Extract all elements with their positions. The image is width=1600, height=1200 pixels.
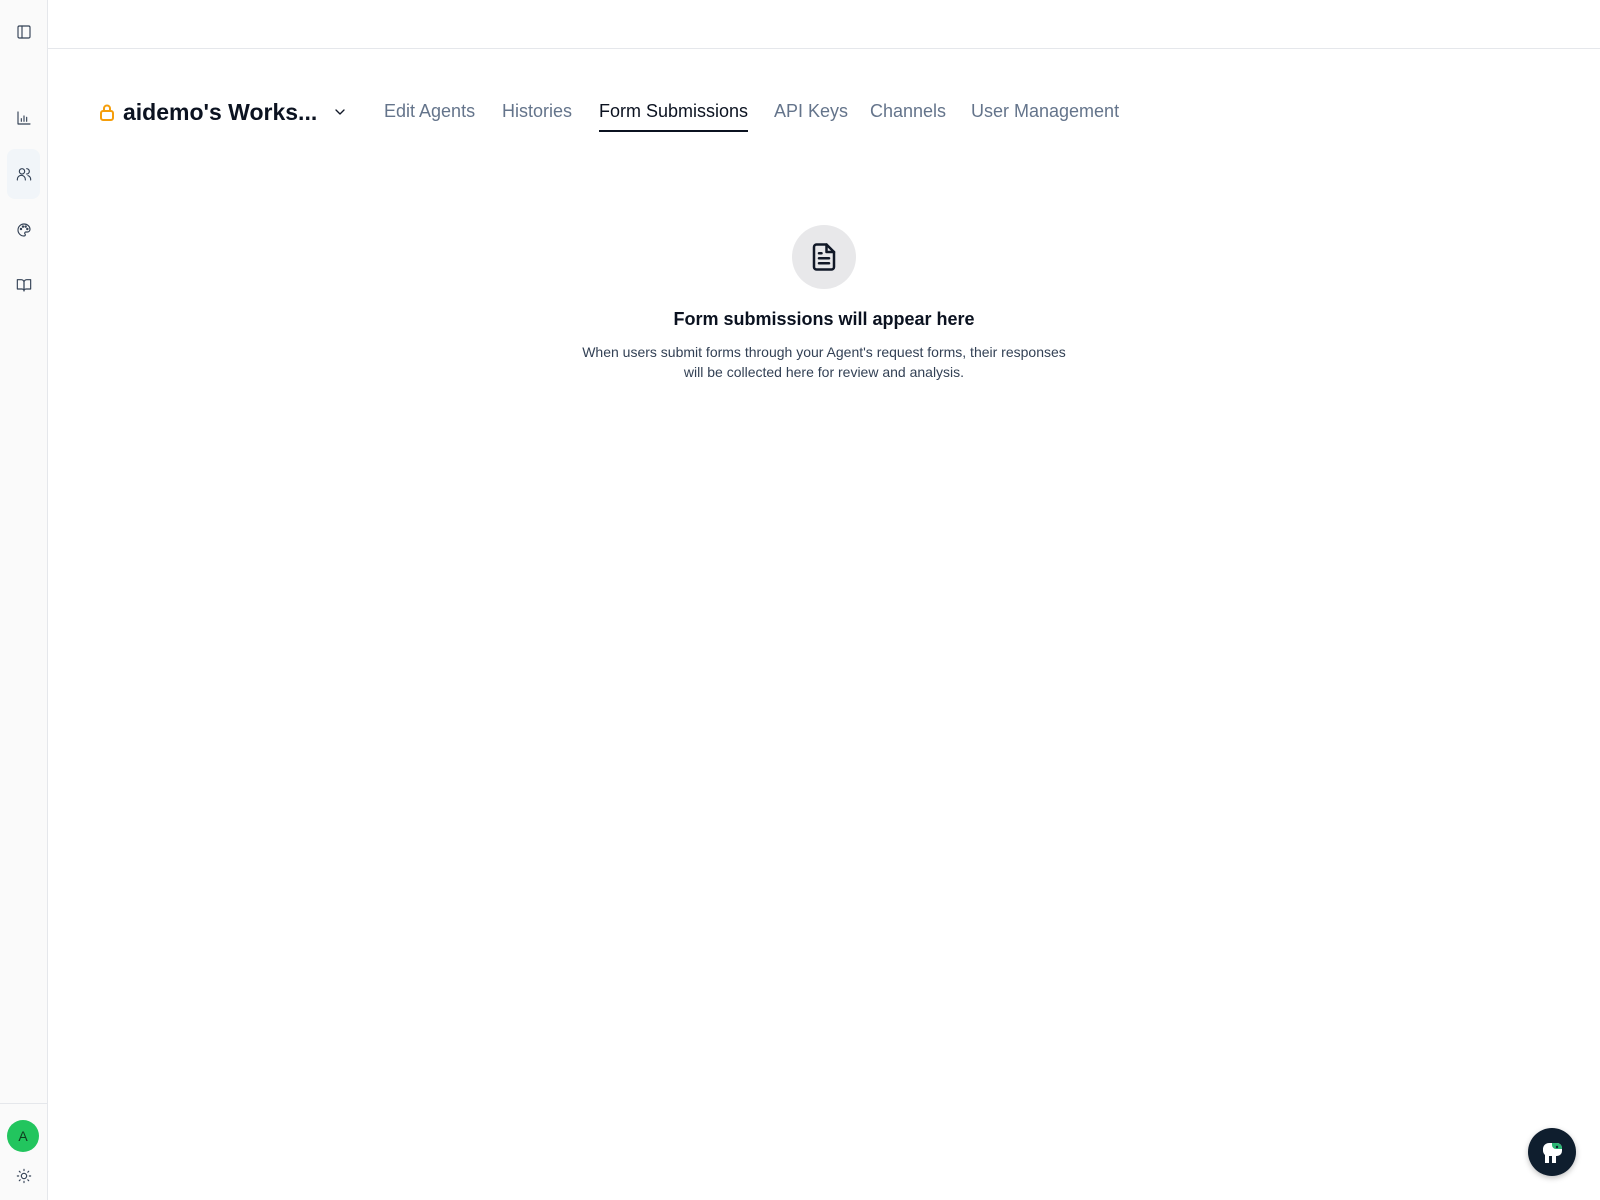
- lock-icon: [99, 103, 115, 121]
- assistant-logo-icon: [1543, 1143, 1562, 1163]
- empty-state-description: When users submit forms through your Age…: [582, 344, 1066, 380]
- panel-toggle-button[interactable]: [7, 7, 40, 57]
- sidebar-item-appearance[interactable]: [7, 205, 40, 255]
- user-avatar[interactable]: A: [7, 1120, 39, 1152]
- document-icon: [812, 243, 836, 271]
- sidebar-item-docs[interactable]: [7, 260, 40, 310]
- workspace-name[interactable]: aidemo's Works...: [123, 99, 317, 126]
- bar-chart-icon: [16, 111, 31, 125]
- tab-user-management[interactable]: User Management: [971, 101, 1119, 130]
- empty-state-title: Form submissions will appear here: [673, 309, 975, 329]
- palette-icon: [16, 223, 31, 237]
- tab-channels[interactable]: Channels: [870, 101, 946, 130]
- top-bar: [48, 0, 1600, 49]
- help-chat-button[interactable]: [1528, 1128, 1576, 1176]
- workspace-dropdown-button[interactable]: [332, 104, 348, 120]
- sidebar: A: [0, 0, 48, 1200]
- sidebar-item-agents[interactable]: [7, 149, 40, 199]
- sidebar-divider: [0, 1103, 47, 1104]
- panel-toggle-icon: [16, 25, 31, 39]
- chevron-down-icon: [335, 109, 345, 115]
- tab-form-submissions[interactable]: Form Submissions: [599, 101, 749, 132]
- sidebar-item-analytics[interactable]: [7, 93, 40, 143]
- tab-api-keys[interactable]: API Keys: [774, 101, 848, 130]
- theme-toggle-button[interactable]: [7, 1151, 40, 1200]
- empty-state-icon: [792, 225, 856, 289]
- book-icon: [16, 279, 31, 292]
- tab-histories[interactable]: Histories: [502, 101, 572, 130]
- tab-edit-agents[interactable]: Edit Agents: [384, 101, 475, 130]
- users-icon: [16, 168, 31, 181]
- sun-icon: [16, 1168, 31, 1184]
- avatar-initial: A: [18, 1128, 28, 1144]
